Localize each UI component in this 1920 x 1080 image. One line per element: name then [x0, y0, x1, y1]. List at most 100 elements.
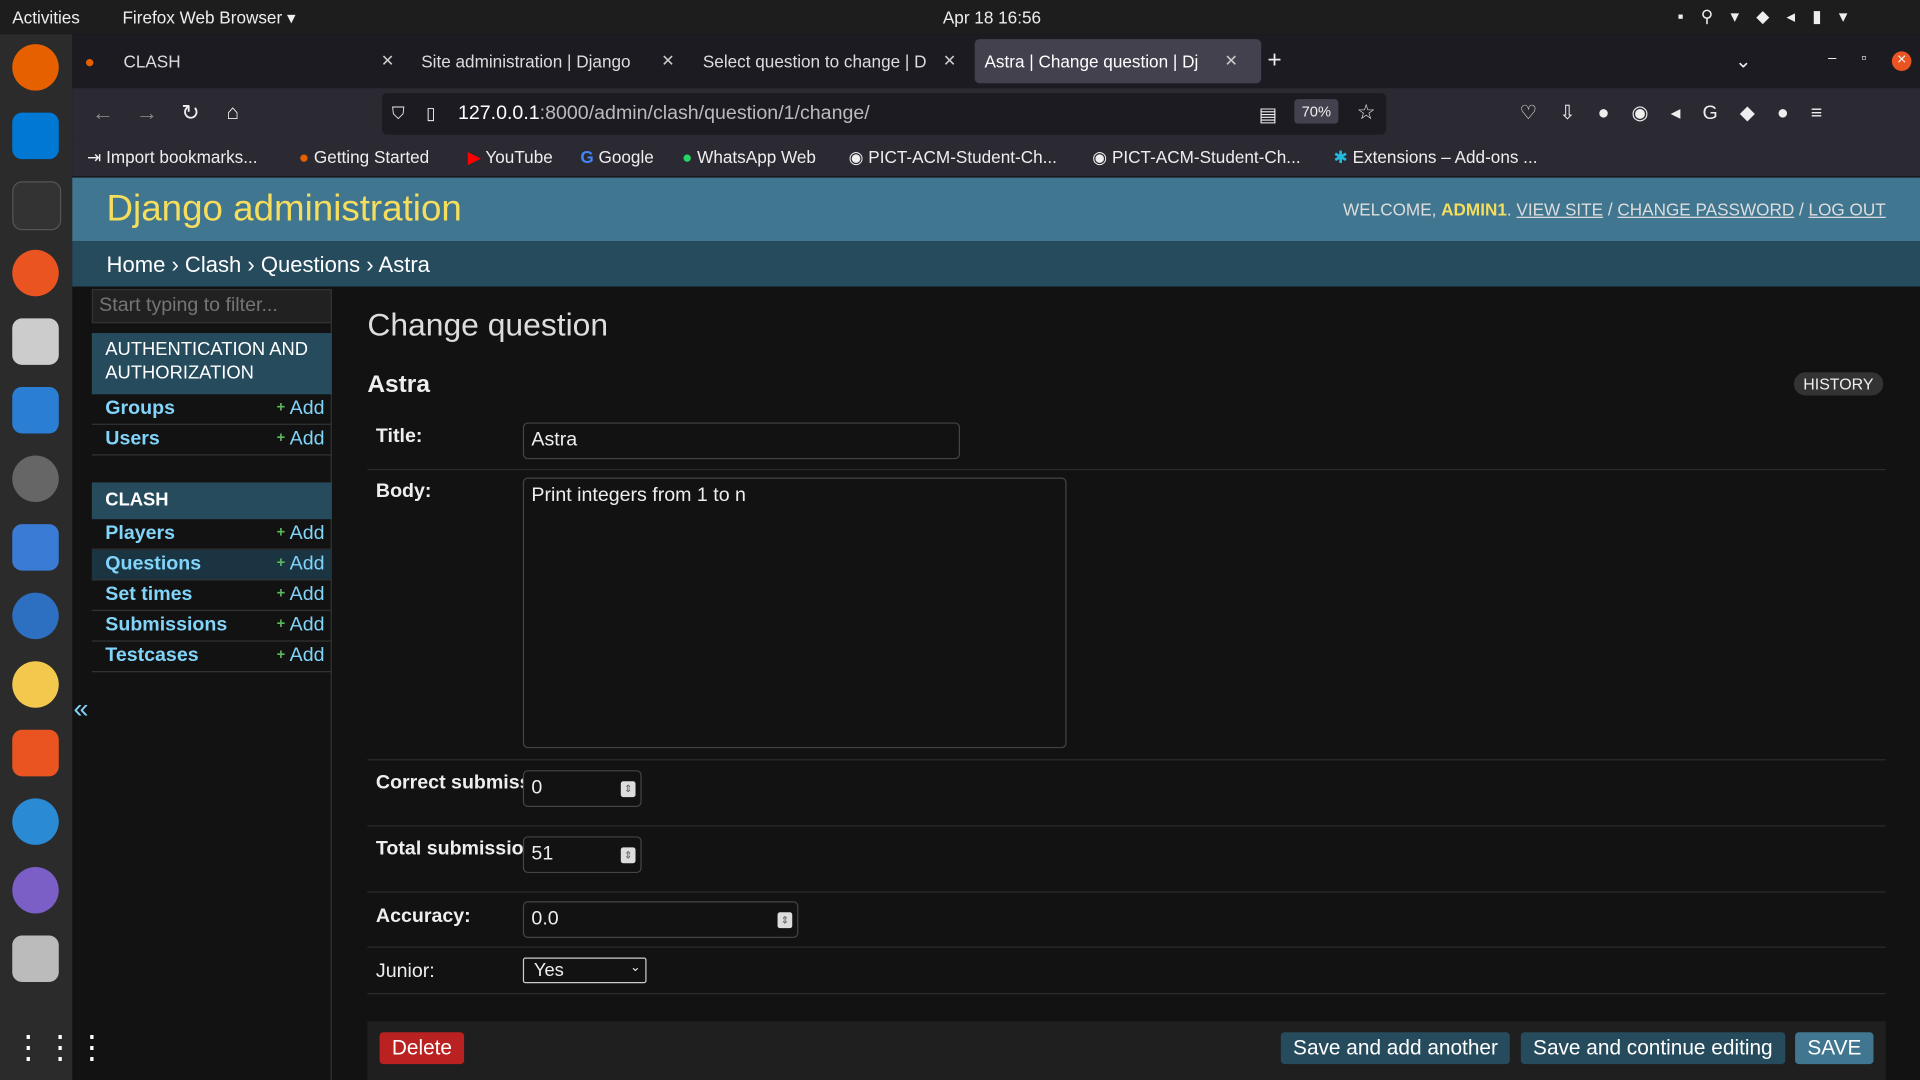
breadcrumb-home[interactable]: Home — [107, 252, 166, 276]
system-tray-icons[interactable]: ▪⚲▾◆◂▮▾ — [1678, 6, 1865, 27]
add-link[interactable]: + Add — [277, 398, 325, 420]
settings-icon[interactable] — [12, 455, 59, 503]
tab-clash[interactable]: ● CLASH ✕ — [84, 39, 402, 83]
bookmark-getting-started[interactable]: ● Getting Started — [299, 147, 429, 167]
correct-submissions-input[interactable]: 0 ⇕ — [522, 770, 642, 807]
plus-icon: + — [276, 522, 286, 541]
reload-icon[interactable]: ↻ — [181, 100, 199, 126]
body-textarea[interactable]: Print integers from 1 to n — [522, 477, 1067, 749]
model-link[interactable]: Groups — [105, 398, 175, 420]
accuracy-label: Accuracy: — [375, 906, 471, 927]
save-and-continue-button[interactable]: Save and continue editing — [1520, 1032, 1785, 1065]
add-link[interactable]: + Add — [277, 584, 325, 606]
app-auth-header[interactable]: AUTHENTICATION AND AUTHORIZATION — [91, 333, 332, 395]
rhythmbox-icon[interactable] — [12, 661, 59, 708]
url-bar[interactable]: ⛉ ▯ 127.0.0.1:8000/admin/clash/question/… — [382, 93, 1387, 135]
bookmark-import[interactable]: ⇥ Import bookmarks... — [87, 147, 258, 168]
history-button[interactable]: HISTORY — [1793, 372, 1884, 396]
browser-icon[interactable] — [12, 866, 59, 914]
plus-icon: + — [276, 553, 286, 571]
bookmark-extensions[interactable]: ✱ Extensions – Add-ons ... — [1333, 147, 1537, 168]
view-site-link[interactable]: VIEW SITE — [1516, 200, 1603, 220]
change-password-link[interactable]: CHANGE PASSWORD — [1617, 200, 1794, 220]
bookmark-github-2[interactable]: ◉ PICT-ACM-Student-Ch... — [1092, 147, 1300, 168]
close-tab-icon[interactable]: ✕ — [381, 39, 394, 83]
screenshot-icon[interactable] — [12, 524, 59, 571]
app-menu[interactable]: Firefox Web Browser ▾ — [122, 7, 295, 28]
tab-label: Astra | Change question | Dj — [984, 51, 1199, 72]
new-tab-icon[interactable]: + — [1267, 47, 1281, 75]
app-clash-header[interactable]: CLASH — [91, 482, 332, 520]
add-link[interactable]: + Add — [277, 553, 325, 575]
spinner-icon[interactable]: ⇕ — [777, 912, 793, 929]
editor-icon[interactable] — [12, 249, 59, 297]
apps-grid-icon[interactable]: ⋮⋮⋮ — [12, 1024, 108, 1071]
bookmark-youtube[interactable]: ▶ YouTube — [468, 147, 553, 168]
tab-astra-change[interactable]: Astra | Change question | Dj ✕ — [974, 39, 1262, 84]
help-icon[interactable] — [12, 798, 59, 845]
reader-view-icon[interactable]: ▤ — [1259, 103, 1278, 127]
total-submissions-input[interactable]: 51 ⇕ — [522, 836, 642, 874]
maximize-icon[interactable]: ▫ — [1861, 49, 1866, 66]
site-title[interactable]: Django administration — [107, 189, 462, 231]
vscode-icon[interactable] — [12, 112, 59, 160]
accuracy-input[interactable]: 0.0 ⇕ — [522, 901, 799, 938]
separator: / — [1607, 199, 1613, 220]
breadcrumb-clash[interactable]: Clash — [185, 252, 241, 276]
model-link[interactable]: Users — [105, 429, 159, 451]
add-link[interactable]: + Add — [277, 523, 325, 545]
forward-icon[interactable]: → — [136, 100, 158, 126]
delete-button[interactable]: Delete — [379, 1032, 465, 1065]
spinner-icon[interactable]: ⇕ — [620, 847, 636, 864]
list-tabs-icon[interactable]: ⌄ — [1735, 49, 1751, 73]
home-icon[interactable]: ⌂ — [227, 100, 240, 124]
thunderbird-icon[interactable] — [12, 592, 59, 640]
add-link[interactable]: + Add — [277, 615, 325, 637]
sidebar-filter-input[interactable] — [91, 288, 332, 324]
model-link[interactable]: Questions — [105, 553, 201, 575]
activities-button[interactable]: Activities — [12, 7, 80, 27]
bookmark-github-1[interactable]: ◉ PICT-ACM-Student-Ch... — [849, 147, 1057, 168]
software-icon[interactable] — [12, 729, 59, 777]
bookmark-google[interactable]: G Google — [580, 147, 653, 167]
clock[interactable]: Apr 18 16:56 — [943, 7, 1041, 27]
dock: ⋮⋮⋮ — [0, 34, 108, 1080]
add-link[interactable]: + Add — [277, 645, 325, 667]
files-icon[interactable] — [12, 318, 59, 365]
terminal-icon[interactable] — [12, 181, 62, 231]
save-button[interactable]: SAVE — [1795, 1032, 1874, 1065]
model-link[interactable]: Submissions — [105, 615, 227, 637]
close-window-icon[interactable]: ✕ — [1891, 51, 1912, 72]
save-and-add-another-button[interactable]: Save and add another — [1280, 1032, 1511, 1065]
logout-link[interactable]: LOG OUT — [1809, 200, 1886, 220]
url-text[interactable]: 127.0.0.1:8000/admin/clash/question/1/ch… — [458, 103, 870, 125]
model-link[interactable]: Set times — [105, 584, 192, 606]
breadcrumb-questions[interactable]: Questions — [261, 252, 360, 276]
zoom-level[interactable]: 70% — [1294, 99, 1339, 124]
close-tab-icon[interactable]: ✕ — [661, 39, 674, 83]
tab-site-admin[interactable]: Site administration | Django ✕ — [421, 39, 678, 83]
back-icon[interactable]: ← — [92, 100, 114, 126]
tab-select-question[interactable]: Select question to change | D ✕ — [703, 39, 960, 83]
title-input[interactable] — [522, 422, 961, 460]
close-tab-icon[interactable]: ✕ — [1224, 39, 1237, 83]
chevron-down-icon: ⌄ — [630, 961, 641, 975]
bookmark-whatsapp[interactable]: ● WhatsApp Web — [682, 147, 816, 167]
add-link[interactable]: + Add — [277, 429, 325, 451]
shield-icon[interactable]: ⛉ — [392, 103, 405, 124]
plus-icon: + — [276, 428, 286, 446]
spinner-icon[interactable]: ⇕ — [620, 781, 636, 798]
collapse-sidebar-button[interactable]: « — [73, 693, 88, 725]
firefox-icon[interactable] — [12, 44, 59, 91]
junior-select[interactable]: Yes ⌄ — [522, 957, 647, 984]
model-link[interactable]: Players — [105, 523, 175, 545]
close-tab-icon[interactable]: ✕ — [943, 39, 956, 83]
bookmark-star-icon[interactable]: ☆ — [1357, 100, 1376, 124]
change-form: Change question Astra HISTORY Title: Bod… — [367, 294, 1886, 1078]
writer-icon[interactable] — [12, 386, 59, 434]
page-title: Change question — [367, 306, 609, 343]
toolbar-extension-icons[interactable]: ♡⇩●◉◂G◆●≡ — [1520, 100, 1845, 124]
model-link[interactable]: Testcases — [105, 645, 198, 667]
minimize-icon[interactable]: – — [1828, 49, 1836, 66]
clipboard-icon[interactable] — [12, 935, 59, 983]
